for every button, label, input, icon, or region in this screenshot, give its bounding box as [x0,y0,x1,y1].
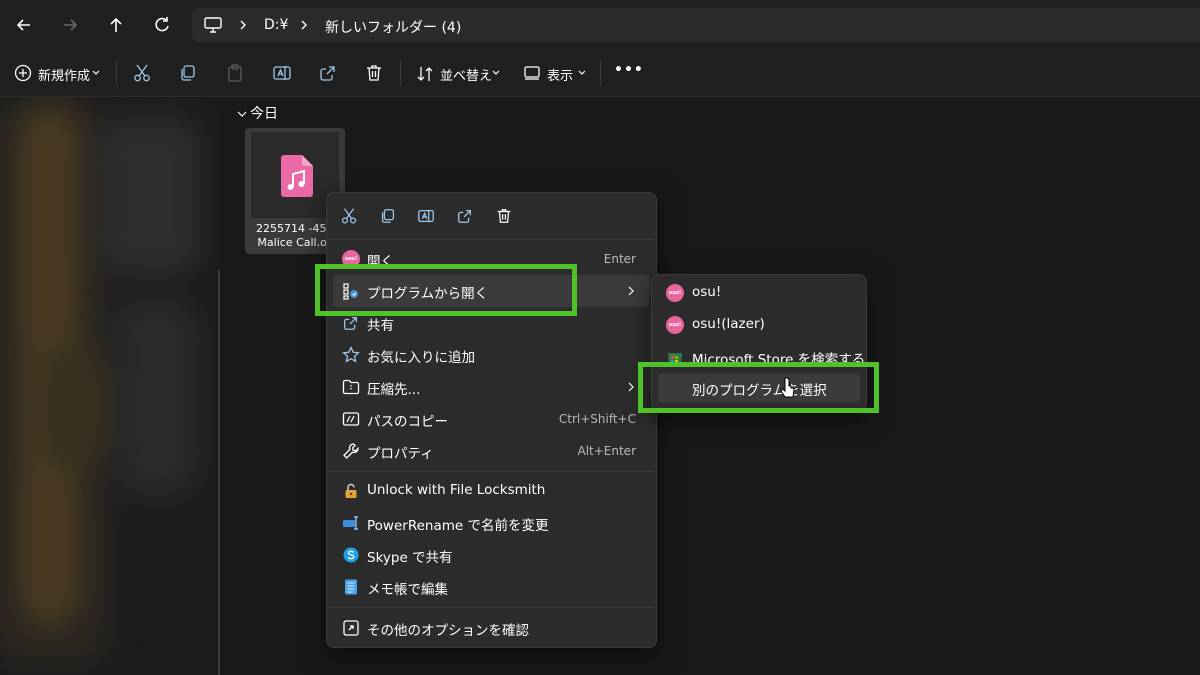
title-bar: D:¥ 新しいフォルダー (4) [0,0,1200,50]
menu-divider [328,471,655,472]
more-options-button[interactable]: ••• [614,62,644,86]
sort-label: 並べ替え [440,69,493,84]
menu-item-label: 圧縮先... [367,382,421,398]
menu-item-shortcut: Enter [603,252,636,266]
menu-item-more-options[interactable]: その他のオプションを確認 [333,612,650,644]
sort-button[interactable]: 並べ替え [414,61,500,85]
breadcrumb-drive[interactable]: D:¥ [264,17,288,33]
cut-icon[interactable] [132,63,152,87]
breadcrumb-folder[interactable]: 新しいフォルダー (4) [325,17,461,37]
menu-item-label: メモ帳で編集 [367,582,448,598]
menu-divider [328,239,655,240]
context-quick-actions [327,193,656,239]
chevron-right-icon [626,285,636,297]
rename-icon[interactable] [417,207,435,225]
menu-item-powerrename[interactable]: PowerRename で名前を変更 [333,507,650,539]
archive-icon [342,378,360,396]
view-label: 表示 [547,69,574,84]
share-icon [342,314,360,332]
star-icon [342,346,360,364]
sort-icon [416,65,434,83]
menu-item-properties[interactable]: プロパティ Alt+Enter [333,435,650,467]
refresh-icon[interactable] [148,11,176,39]
menu-item-file-locksmith[interactable]: Unlock with File Locksmith [333,475,650,507]
chevron-down-icon [492,70,500,76]
cut-icon[interactable] [340,207,358,225]
copy-path-icon [342,410,360,428]
skype-icon [342,546,360,564]
menu-item-edit-notepad[interactable]: メモ帳で編集 [333,571,650,603]
submenu-item-osu-lazer[interactable]: osu! osu!(lazer) [658,310,860,340]
menu-item-label: お気に入りに追加 [367,350,475,366]
divider [400,60,401,86]
lock-icon [342,482,360,500]
command-bar: 新規作成 並べ替え 表示 ••• [0,50,1200,97]
submenu-item-label: osu! [692,284,722,300]
divider [116,60,117,86]
highlight-box-choose-program [638,362,879,413]
menu-item-add-favorite[interactable]: お気に入りに追加 [333,339,650,371]
menu-item-compress[interactable]: 圧縮先... [333,371,650,403]
notepad-icon [342,578,360,596]
submenu-item-osu[interactable]: osu! osu! [658,278,860,308]
divider [600,60,601,86]
forward-icon [56,11,84,39]
chevron-right-icon [626,381,636,393]
share-icon[interactable] [318,63,338,87]
chevron-right-icon[interactable] [298,19,310,31]
copy-icon[interactable] [379,207,397,225]
menu-item-label: パスのコピー [367,414,448,430]
submenu-item-label: osu!(lazer) [692,316,765,332]
menu-item-shortcut: Ctrl+Shift+C [558,412,636,426]
plus-circle-icon [14,64,32,82]
new-label: 新規作成 [38,69,91,84]
group-header-label: 今日 [250,106,278,122]
osu-icon: osu! [666,284,684,302]
group-header-today[interactable]: 今日 [237,103,278,123]
rename-icon[interactable] [272,63,292,87]
view-icon [524,66,540,80]
monitor-icon[interactable] [204,17,222,33]
delete-icon[interactable] [364,63,384,87]
menu-item-label: プロパティ [367,446,434,462]
copy-icon[interactable] [178,63,198,87]
powerrename-icon [342,514,360,532]
menu-item-copy-path[interactable]: パスのコピー Ctrl+Shift+C [333,403,650,435]
menu-item-label: 共有 [367,318,394,334]
osu-lazer-icon: osu! [666,316,684,334]
view-button[interactable]: 表示 [522,61,588,85]
menu-item-label: Skype で共有 [367,550,453,566]
delete-icon[interactable] [495,207,513,225]
menu-divider [328,607,655,608]
new-button[interactable]: 新規作成 [12,61,104,85]
chevron-right-icon[interactable] [237,19,249,31]
menu-item-label: Unlock with File Locksmith [367,482,546,498]
pane-divider [218,270,220,675]
chevron-down-icon [578,70,586,76]
wrench-icon [342,442,360,460]
up-icon[interactable] [102,11,130,39]
more-options-icon [342,619,360,637]
back-icon[interactable] [10,11,38,39]
menu-item-label: その他のオプションを確認 [367,623,529,639]
menu-item-label: PowerRename で名前を変更 [367,518,549,534]
chevron-down-icon [92,70,100,76]
highlight-box-open-with [315,264,577,316]
menu-item-shortcut: Alt+Enter [577,444,636,458]
chevron-down-icon [237,111,247,117]
paste-icon [225,63,245,87]
menu-item-skype-share[interactable]: Skype で共有 [333,539,650,571]
navigation-pane-blurred [0,97,217,675]
context-menu: osu! 開く Enter プログラムから開く 共有 お気に入りに追加 圧縮先.… [326,192,657,648]
audio-file-icon [279,154,315,198]
address-bar[interactable]: D:¥ 新しいフォルダー (4) [192,8,1200,42]
share-icon[interactable] [456,207,474,225]
